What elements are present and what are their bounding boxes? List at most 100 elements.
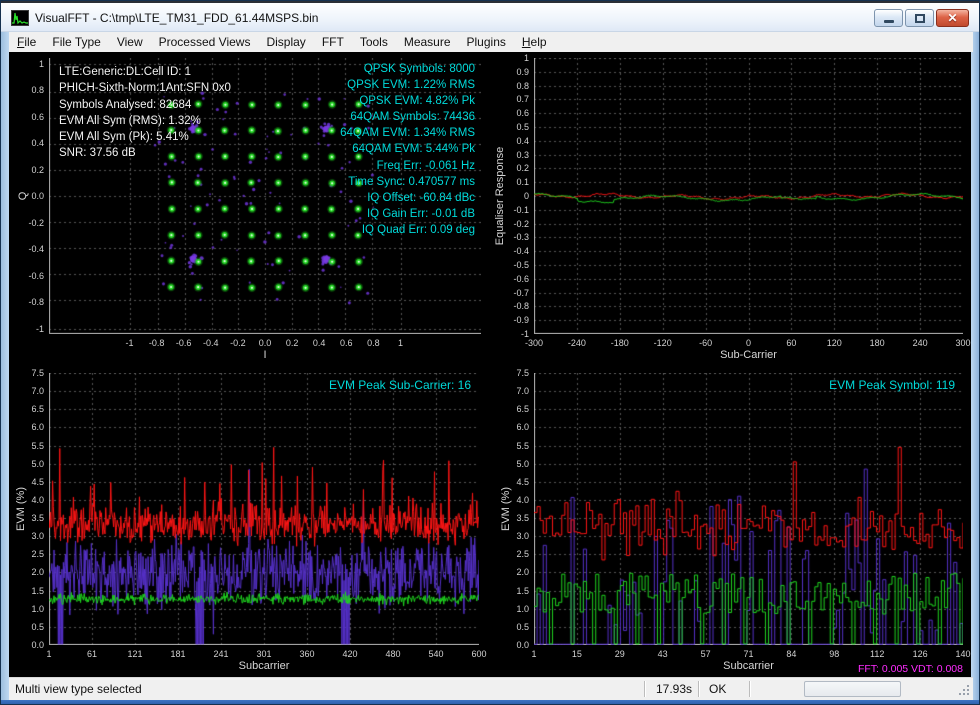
x-tick-label: -300 — [525, 338, 543, 348]
y-tick-label: 2.0 — [516, 567, 529, 577]
y-tick-label: 0.8 — [31, 85, 44, 95]
menu-item-file-type[interactable]: File Type — [44, 32, 108, 52]
maximize-icon — [915, 14, 925, 23]
y-tick-label: 0.9 — [516, 67, 529, 77]
title-bar[interactable]: VisualFFT - C:\tmp\LTE_TM31_FDD_61.44MSP… — [1, 1, 979, 32]
evm-peak-subcarrier-label: EVM Peak Sub-Carrier: 16 — [329, 378, 471, 392]
equaliser-plot[interactable] — [534, 58, 963, 334]
menu-bar: FileFile TypeViewProcessed ViewsDisplayF… — [9, 32, 973, 52]
x-tick-label: 84 — [786, 649, 796, 659]
y-tick-label: 2.5 — [31, 549, 44, 559]
evm-subcarrier-x-axis-label: Subcarrier — [239, 660, 290, 672]
y-tick-label: 0.2 — [516, 163, 529, 173]
y-tick-label: 7.5 — [516, 368, 529, 378]
constellation-panel[interactable]: LTE:Generic:DL:Cell ID: 1PHICH-Sixth-Nor… — [49, 58, 481, 334]
equaliser-y-axis-label: Equaliser Response — [494, 147, 506, 245]
close-icon: ✕ — [947, 12, 957, 24]
menu-item-display[interactable]: Display — [258, 32, 313, 52]
menu-item-tools[interactable]: Tools — [352, 32, 396, 52]
x-tick-label: 29 — [615, 649, 625, 659]
status-elapsed-time: 17.93s — [649, 678, 699, 700]
y-tick-label: 4.5 — [31, 477, 44, 487]
x-tick-label: 181 — [170, 649, 185, 659]
close-button[interactable]: ✕ — [936, 9, 969, 27]
constellation-info-line: IQ Gain Err: -0.01 dB — [340, 206, 475, 222]
menu-item-processed-views[interactable]: Processed Views — [151, 32, 259, 52]
equaliser-panel[interactable]: Equaliser Response Sub-Carrier -300-240-… — [534, 58, 963, 334]
evm-subcarrier-plot[interactable] — [49, 373, 479, 645]
constellation-info-line: LTE:Generic:DL:Cell ID: 1 — [59, 64, 231, 80]
y-tick-label: -0.2 — [28, 218, 44, 228]
menu-item-help[interactable]: Help — [514, 32, 555, 52]
y-tick-label: 0.0 — [31, 191, 44, 201]
y-tick-label: 2.5 — [516, 549, 529, 559]
y-tick-label: 0.6 — [516, 108, 529, 118]
y-tick-label: 6.0 — [31, 422, 44, 432]
x-tick-label: 600 — [471, 649, 486, 659]
x-tick-label: -0.4 — [203, 338, 219, 348]
y-tick-label: 5.5 — [516, 441, 529, 451]
menu-item-file[interactable]: File — [9, 32, 44, 52]
y-tick-label: 1.5 — [516, 586, 529, 596]
y-tick-label: 5.0 — [516, 459, 529, 469]
y-tick-label: -0.5 — [513, 260, 529, 270]
resize-grip[interactable] — [967, 685, 969, 687]
x-tick-label: 1 — [46, 649, 51, 659]
menu-item-view[interactable]: View — [109, 32, 151, 52]
x-tick-label: 57 — [701, 649, 711, 659]
window-border-right — [971, 32, 979, 700]
x-tick-label: 360 — [299, 649, 314, 659]
evm-subcarrier-panel[interactable]: EVM Peak Sub-Carrier: 16 EVM (%) Subcarr… — [49, 373, 479, 645]
x-tick-label: 0 — [746, 338, 751, 348]
evm-peak-symbol-label: EVM Peak Symbol: 119 — [829, 378, 955, 392]
y-tick-label: 0.1 — [516, 177, 529, 187]
x-tick-label: 61 — [87, 649, 97, 659]
x-tick-label: -120 — [654, 338, 672, 348]
constellation-info-line: 64QAM EVM: 5.44% Pk — [340, 141, 475, 157]
x-tick-label: -1 — [125, 338, 133, 348]
maximize-button[interactable] — [905, 9, 934, 27]
y-tick-label: 3.5 — [31, 513, 44, 523]
y-tick-label: -0.8 — [513, 301, 529, 311]
x-tick-label: 140 — [955, 649, 970, 659]
constellation-info-line: QPSK EVM: 4.82% Pk — [340, 93, 475, 109]
x-tick-label: 0.6 — [340, 338, 353, 348]
minimize-icon — [884, 20, 894, 23]
x-tick-label: 540 — [428, 649, 443, 659]
x-tick-label: 121 — [127, 649, 142, 659]
menu-item-measure[interactable]: Measure — [396, 32, 459, 52]
constellation-info-line: EVM All Sym (RMS): 1.32% — [59, 113, 231, 129]
evm-symbol-y-axis-label: EVM (%) — [500, 487, 512, 531]
constellation-info-line: PHICH-Sixth-Norm:1Ant:SFN 0x0 — [59, 80, 231, 96]
y-tick-label: 6.5 — [516, 404, 529, 414]
constellation-y-axis-label: Q — [17, 192, 29, 201]
y-tick-label: 0.3 — [516, 150, 529, 160]
x-tick-label: 15 — [572, 649, 582, 659]
x-tick-label: 1 — [531, 649, 536, 659]
y-tick-label: -0.3 — [513, 232, 529, 242]
y-tick-label: 1 — [524, 53, 529, 63]
status-bar: Multi view type selected 17.93s OK — [9, 677, 973, 700]
status-message: Multi view type selected — [15, 678, 142, 700]
y-tick-label: 0.4 — [516, 136, 529, 146]
minimize-button[interactable] — [874, 9, 903, 27]
evm-symbol-plot[interactable] — [534, 373, 963, 645]
constellation-info-line: EVM All Sym (Pk): 5.41% — [59, 129, 231, 145]
y-tick-label: -0.4 — [513, 246, 529, 256]
y-tick-label: 5.0 — [31, 459, 44, 469]
status-ok: OK — [709, 678, 726, 700]
y-tick-label: 7.0 — [516, 386, 529, 396]
y-tick-label: 0.7 — [516, 94, 529, 104]
y-tick-label: -0.1 — [513, 205, 529, 215]
menu-item-plugins[interactable]: Plugins — [459, 32, 514, 52]
x-tick-label: 480 — [385, 649, 400, 659]
constellation-x-axis-label: I — [263, 349, 266, 361]
y-tick-label: 1.0 — [516, 604, 529, 614]
evm-symbol-panel[interactable]: EVM Peak Symbol: 119 FFT: 0.005 VDT: 0.0… — [534, 373, 963, 645]
x-tick-label: 301 — [256, 649, 271, 659]
y-tick-label: 3.0 — [516, 531, 529, 541]
x-tick-label: 420 — [342, 649, 357, 659]
menu-item-fft[interactable]: FFT — [314, 32, 352, 52]
x-tick-label: 180 — [870, 338, 885, 348]
y-tick-label: 2.0 — [31, 567, 44, 577]
